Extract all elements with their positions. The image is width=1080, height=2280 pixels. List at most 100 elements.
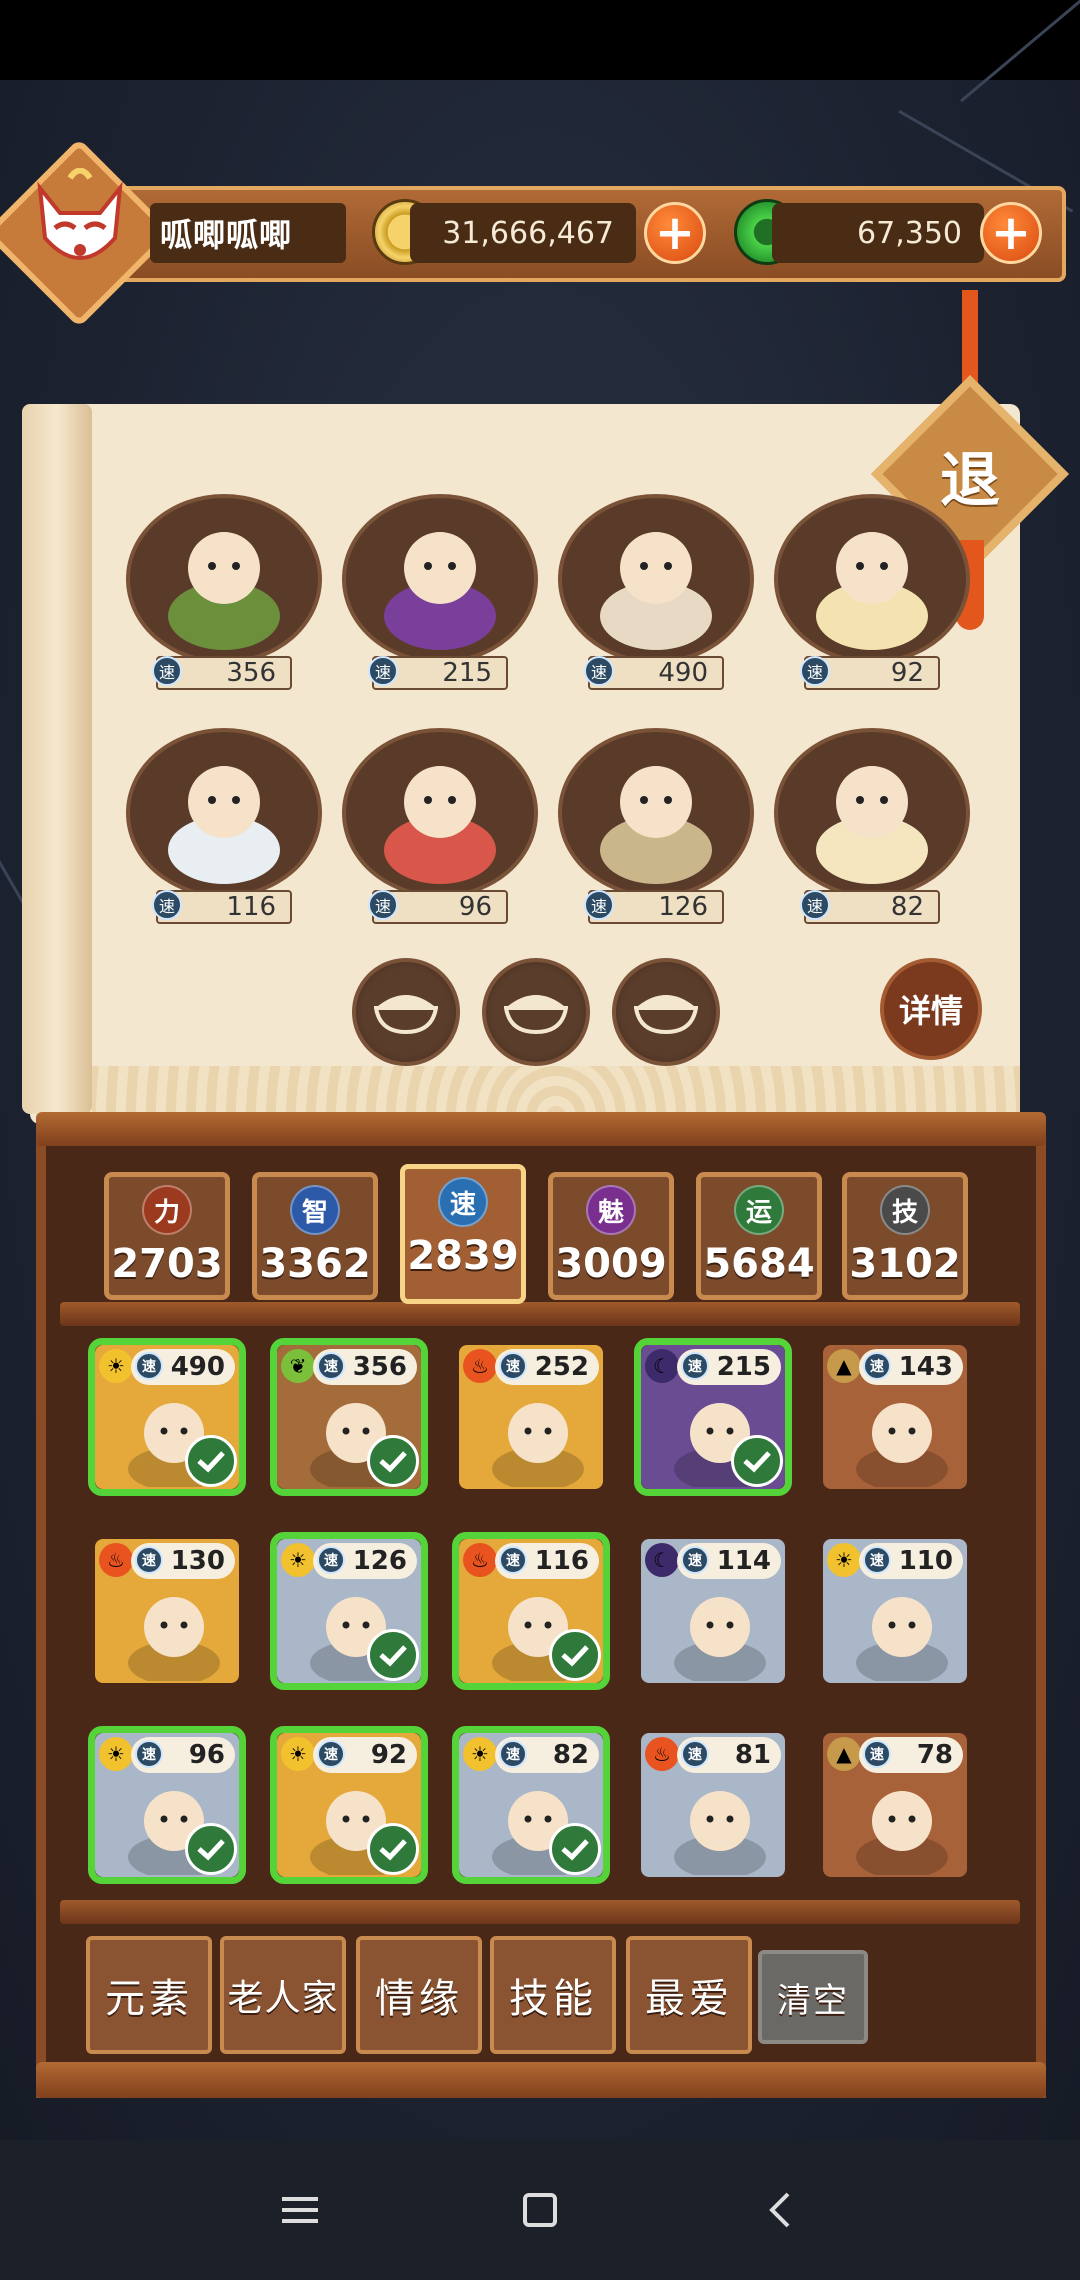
- stat-value: 3009: [555, 1241, 667, 1287]
- hero-portrait-icon: [856, 1791, 948, 1875]
- filter-button-2[interactable]: 情缘: [356, 1936, 482, 2054]
- card-speed-value: 356: [352, 1352, 407, 1382]
- back-icon[interactable]: [750, 2180, 810, 2240]
- speed-icon: 速: [499, 1740, 527, 1768]
- hero-card[interactable]: ☾ 速 215: [634, 1338, 792, 1496]
- selected-check-icon: [185, 1435, 237, 1487]
- hero-card[interactable]: ▲ 速 143: [816, 1338, 974, 1496]
- filter-button-5[interactable]: 清空: [758, 1950, 868, 2044]
- speed-value: 82: [890, 892, 924, 922]
- menu-icon[interactable]: [270, 2180, 330, 2240]
- card-speed-value: 252: [534, 1352, 589, 1382]
- filter-button-4[interactable]: 最爱: [626, 1936, 752, 2054]
- hero-portrait-icon: [856, 1403, 948, 1487]
- speed-icon: 速: [863, 1740, 891, 1768]
- speed-icon: 速: [135, 1352, 163, 1380]
- hero-card[interactable]: ♨ 速 81: [634, 1726, 792, 1884]
- hero-card[interactable]: ♨ 速 130: [88, 1532, 246, 1690]
- speed-tag: 速 490: [584, 656, 724, 690]
- coin-monk-portrait-icon: [600, 766, 712, 884]
- speed-icon: 速: [863, 1352, 891, 1380]
- sun-element-icon: ☀: [99, 1737, 133, 1771]
- stat-tab-4[interactable]: 运 5684: [696, 1172, 822, 1300]
- sun-element-icon: ☀: [281, 1543, 315, 1577]
- fire-element-icon: ♨: [463, 1543, 497, 1577]
- purple-empress-portrait-icon: [384, 532, 496, 650]
- scroll-roll: [22, 404, 92, 1114]
- stat-icon: 魅: [586, 1185, 636, 1235]
- hero-card[interactable]: ☀ 速 82: [452, 1726, 610, 1884]
- home-icon[interactable]: [510, 2180, 570, 2240]
- player-name: 呱唧呱唧: [150, 203, 346, 263]
- card-speed-value: 110: [898, 1546, 953, 1576]
- selected-check-icon: [185, 1823, 237, 1875]
- team-slot-forest-warrior[interactable]: 速 356: [126, 494, 322, 690]
- empty-slot-bowl-icon[interactable]: [482, 958, 590, 1066]
- hero-card[interactable]: ☀ 速 92: [270, 1726, 428, 1884]
- team-slot-lotus-buddha[interactable]: 速 82: [774, 728, 970, 924]
- speed-icon: 速: [368, 656, 398, 686]
- selected-check-icon: [367, 1629, 419, 1681]
- fox-mask-avatar-icon[interactable]: [30, 168, 130, 278]
- speed-value: 356: [226, 658, 276, 688]
- card-speed-tag: 速 110: [859, 1543, 963, 1579]
- hero-card[interactable]: ☀ 速 126: [270, 1532, 428, 1690]
- earth-element-icon: ▲: [827, 1349, 861, 1383]
- team-slot-ghost-family[interactable]: 速 490: [558, 494, 754, 690]
- hero-card[interactable]: ☀ 速 490: [88, 1338, 246, 1496]
- stat-tab-1[interactable]: 智 3362: [252, 1172, 378, 1300]
- card-speed-tag: 速 96: [131, 1737, 235, 1773]
- stat-icon: 力: [142, 1185, 192, 1235]
- team-slot-mahjong-tile[interactable]: 速 116: [126, 728, 322, 924]
- team-slot-purple-empress[interactable]: 速 215: [342, 494, 538, 690]
- speed-icon: 速: [681, 1740, 709, 1768]
- speed-tag: 速 116: [152, 890, 292, 924]
- speed-icon: 速: [681, 1546, 709, 1574]
- card-speed-tag: 速 126: [313, 1543, 417, 1579]
- filter-button-0[interactable]: 元素: [86, 1936, 212, 2054]
- sun-element-icon: ☀: [281, 1737, 315, 1771]
- speed-icon: 速: [800, 656, 830, 686]
- speed-icon: 速: [317, 1740, 345, 1768]
- add-jade-button[interactable]: +: [980, 202, 1042, 264]
- forest-warrior-portrait-icon: [168, 532, 280, 650]
- speed-value: 490: [658, 658, 708, 688]
- card-speed-tag: 速 81: [677, 1737, 781, 1773]
- card-speed-value: 82: [552, 1740, 589, 1770]
- empty-slot-bowl-icon[interactable]: [352, 958, 460, 1066]
- stat-icon: 运: [734, 1185, 784, 1235]
- filter-button-3[interactable]: 技能: [490, 1936, 616, 2054]
- speed-icon: 速: [135, 1740, 163, 1768]
- stat-value: 2703: [111, 1241, 223, 1287]
- hero-card[interactable]: ♨ 速 116: [452, 1532, 610, 1690]
- stat-tab-3[interactable]: 魅 3009: [548, 1172, 674, 1300]
- speed-icon: 速: [499, 1546, 527, 1574]
- hero-card[interactable]: ❦ 速 356: [270, 1338, 428, 1496]
- stat-tab-0[interactable]: 力 2703: [104, 1172, 230, 1300]
- status-bar: [0, 0, 1080, 80]
- team-slot-gourd-sage[interactable]: 速 92: [774, 494, 970, 690]
- card-speed-value: 96: [188, 1740, 225, 1770]
- hero-card[interactable]: ▲ 速 78: [816, 1726, 974, 1884]
- hero-card[interactable]: ☾ 速 114: [634, 1532, 792, 1690]
- selected-check-icon: [731, 1435, 783, 1487]
- empty-slot-bowl-icon[interactable]: [612, 958, 720, 1066]
- add-gold-button[interactable]: +: [644, 202, 706, 264]
- stat-value: 5684: [703, 1241, 815, 1287]
- stat-value: 2839: [407, 1233, 519, 1279]
- filter-button-1[interactable]: 老人家: [220, 1936, 346, 2054]
- hero-card[interactable]: ♨ 速 252: [452, 1338, 610, 1496]
- selected-check-icon: [549, 1629, 601, 1681]
- card-speed-value: 116: [534, 1546, 589, 1576]
- stat-tab-2[interactable]: 速 2839: [400, 1164, 526, 1304]
- detail-button[interactable]: 详情: [880, 958, 982, 1060]
- stat-tab-5[interactable]: 技 3102: [842, 1172, 968, 1300]
- hero-card[interactable]: ☀ 速 96: [88, 1726, 246, 1884]
- team-slot-pig-king[interactable]: 速 96: [342, 728, 538, 924]
- speed-value: 116: [226, 892, 276, 922]
- speed-value: 215: [442, 658, 492, 688]
- jade-amount: 67,350: [772, 203, 984, 263]
- speed-tag: 速 82: [800, 890, 940, 924]
- team-slot-coin-monk[interactable]: 速 126: [558, 728, 754, 924]
- hero-card[interactable]: ☀ 速 110: [816, 1532, 974, 1690]
